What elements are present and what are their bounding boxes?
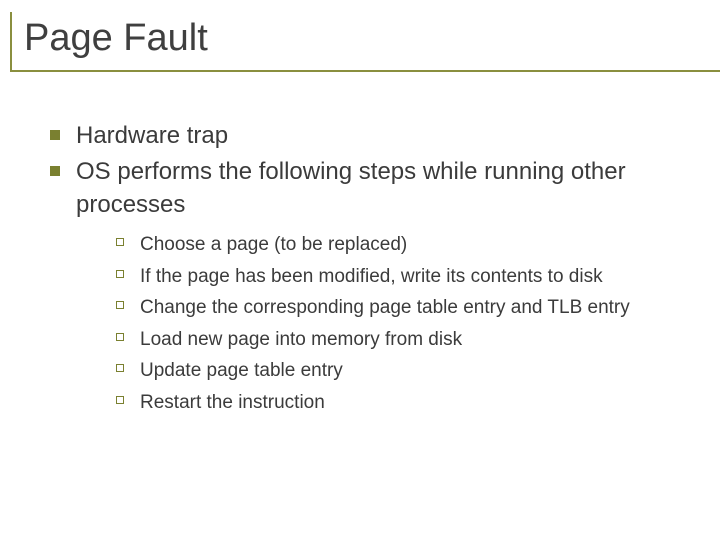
title-container: Page Fault [10, 12, 720, 72]
bullet-text: OS performs the following steps while ru… [76, 158, 626, 217]
list-item: Load new page into memory from disk [114, 326, 688, 354]
sub-bullet-text: Update page table entry [140, 360, 343, 381]
slide-title: Page Fault [24, 18, 714, 60]
list-item: Hardware trap [48, 120, 688, 152]
list-item: Choose a page (to be replaced) [114, 231, 688, 259]
content-area: Hardware trap OS performs the following … [48, 120, 688, 420]
slide: Page Fault Hardware trap OS performs the… [0, 0, 720, 540]
sub-bullet-text: If the page has been modified, write its… [140, 266, 603, 287]
sub-bullet-text: Change the corresponding page table entr… [140, 297, 630, 318]
sub-bullet-text: Load new page into memory from disk [140, 329, 462, 350]
sub-bullet-text: Restart the instruction [140, 392, 325, 413]
list-item: If the page has been modified, write its… [114, 263, 688, 291]
bullet-text: Hardware trap [76, 122, 228, 149]
list-item: Change the corresponding page table entr… [114, 294, 688, 322]
bullet-list: Hardware trap OS performs the following … [48, 120, 688, 416]
list-item: OS performs the following steps while ru… [48, 156, 688, 416]
list-item: Restart the instruction [114, 389, 688, 417]
sub-bullet-text: Choose a page (to be replaced) [140, 234, 407, 255]
list-item: Update page table entry [114, 357, 688, 385]
sub-bullet-list: Choose a page (to be replaced) If the pa… [76, 231, 688, 416]
